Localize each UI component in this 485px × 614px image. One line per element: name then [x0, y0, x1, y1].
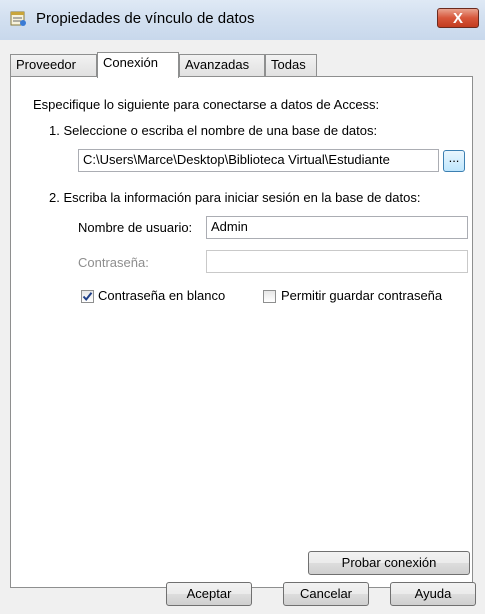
data-link-app-icon	[10, 10, 27, 27]
connection-panel: Especifique lo siguiente para conectarse…	[10, 76, 473, 588]
window-title: Propiedades de vínculo de datos	[36, 10, 255, 27]
step2-label: 2. Escriba la información para iniciar s…	[49, 190, 421, 205]
tab-avanzadas[interactable]: Avanzadas	[179, 54, 265, 76]
title-bar: Propiedades de vínculo de datos X	[0, 0, 485, 41]
checkmark-icon	[82, 292, 93, 302]
database-path-input[interactable]: C:\Users\Marce\Desktop\Biblioteca Virtua…	[78, 149, 439, 172]
username-label: Nombre de usuario:	[78, 220, 193, 235]
browse-button[interactable]: ...	[443, 150, 465, 172]
tab-todas[interactable]: Todas	[265, 54, 317, 76]
tab-conexion[interactable]: Conexión	[97, 52, 179, 78]
password-label: Contraseña:	[78, 255, 149, 270]
step1-label: 1. Seleccione o escriba el nombre de una…	[49, 123, 378, 138]
blank-password-checkbox[interactable]	[81, 290, 94, 303]
test-connection-button[interactable]: Probar conexión	[308, 551, 470, 575]
test-connection-label: Probar conexión	[341, 555, 437, 570]
ok-label: Aceptar	[186, 586, 232, 601]
allow-save-password-label[interactable]: Permitir guardar contraseña	[281, 288, 442, 303]
blank-password-label[interactable]: Contraseña en blanco	[98, 288, 225, 303]
cancel-button[interactable]: Cancelar	[283, 582, 369, 606]
database-path-value: C:\Users\Marce\Desktop\Biblioteca Virtua…	[83, 152, 390, 167]
allow-save-password-checkbox[interactable]	[263, 290, 276, 303]
tab-label: Todas	[271, 57, 306, 72]
tab-proveedor[interactable]: Proveedor	[10, 54, 97, 76]
help-button[interactable]: Ayuda	[390, 582, 476, 606]
password-input[interactable]	[206, 250, 468, 273]
close-icon: X	[452, 10, 463, 27]
dialog-body: Proveedor Conexión Avanzadas Todas Espec…	[0, 40, 485, 614]
username-input[interactable]: Admin	[206, 216, 468, 239]
tab-label: Avanzadas	[185, 57, 250, 72]
cancel-label: Cancelar	[299, 586, 353, 601]
help-label: Ayuda	[414, 586, 452, 601]
username-value: Admin	[211, 219, 248, 234]
tab-label: Proveedor	[16, 57, 76, 72]
ellipsis-icon: ...	[448, 150, 460, 165]
ok-button[interactable]: Aceptar	[166, 582, 252, 606]
tab-label: Conexión	[103, 55, 158, 70]
intro-text: Especifique lo siguiente para conectarse…	[33, 97, 380, 112]
close-button[interactable]: X	[437, 8, 479, 28]
